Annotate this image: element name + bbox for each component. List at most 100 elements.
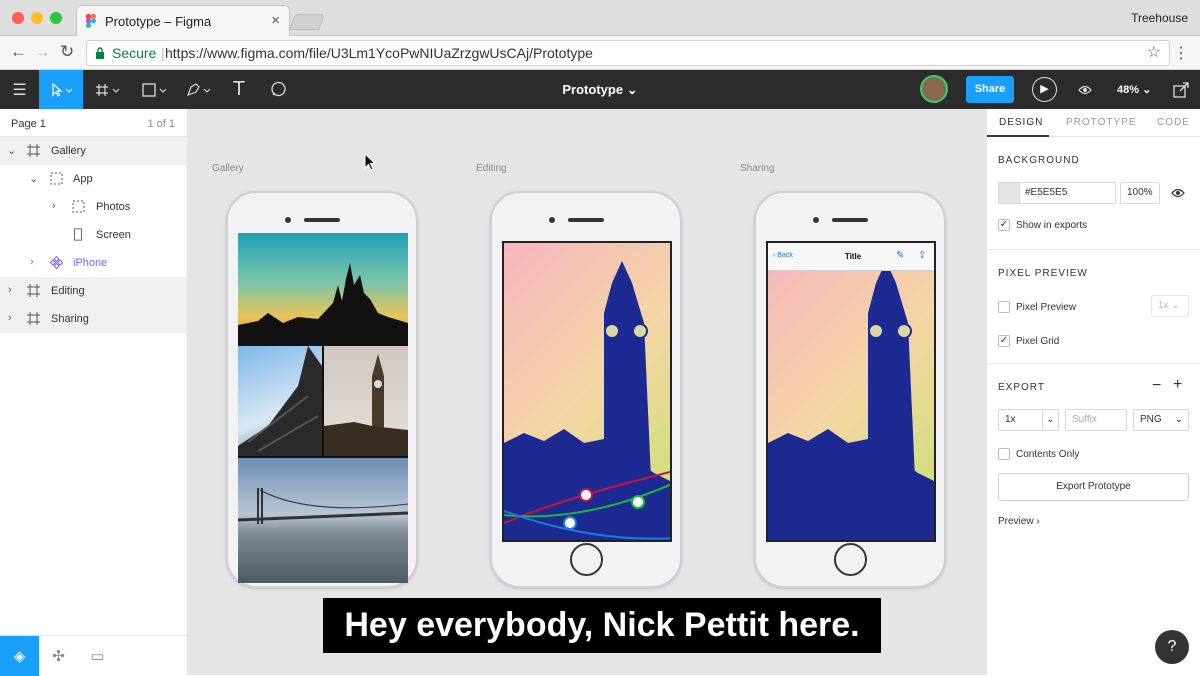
editing-phone-frame[interactable]	[490, 191, 682, 588]
panel-tabs: DESIGN PROTOTYPE CODE	[987, 109, 1200, 137]
zoom-level: 48%	[1117, 84, 1140, 96]
url-field[interactable]: Secure | https://www.figma.com/file/U3Lm…	[86, 40, 1170, 66]
frame-icon	[27, 312, 40, 325]
visibility-eye-icon[interactable]	[1171, 185, 1185, 203]
layer-screen[interactable]: Screen	[0, 221, 187, 249]
big-ben-image	[768, 261, 934, 540]
frame-icon	[27, 144, 40, 157]
bookmark-star-icon[interactable]: ☆	[1147, 41, 1161, 65]
back-arrow-icon[interactable]: ←	[10, 42, 27, 62]
gallery-phone-frame[interactable]	[226, 191, 418, 588]
export-format-select[interactable]: PNG ⌄	[1133, 409, 1189, 431]
export-suffix-input[interactable]: Suffix	[1065, 409, 1127, 431]
background-opacity-field[interactable]: 100%	[1120, 182, 1160, 204]
phone-speaker	[832, 218, 868, 222]
video-subtitle: Hey everybody, Nick Pettit here.	[323, 598, 881, 653]
background-section: BACKGROUND #E5E5E5 100% ✓ Show in export…	[987, 137, 1200, 250]
frame-label-sharing[interactable]: Sharing	[740, 163, 774, 174]
contents-only-checkbox[interactable]	[998, 448, 1010, 460]
pixel-preview-scale-select[interactable]: 1x ⌄	[1151, 295, 1189, 317]
layer-iphone[interactable]: › iPhone	[0, 249, 187, 277]
user-avatar[interactable]	[920, 75, 948, 103]
share-icon[interactable]: ⇪	[918, 250, 926, 261]
layers-tab-icon[interactable]: ◈	[0, 636, 39, 676]
close-window-button[interactable]	[12, 12, 24, 24]
chevron-right-icon[interactable]: ›	[52, 200, 56, 212]
export-preview-toggle[interactable]: Preview ›	[998, 516, 1040, 527]
layer-name: Sharing	[51, 313, 89, 325]
gallery-screen	[238, 233, 408, 583]
maximize-window-button[interactable]	[50, 12, 62, 24]
page-selector[interactable]: Page 1 1 of 1	[0, 109, 187, 137]
background-hex: #E5E5E5	[1025, 187, 1068, 198]
phone-home-button	[834, 543, 867, 576]
export-scale: 1x	[1005, 414, 1016, 425]
reload-icon[interactable]: ↻	[60, 42, 74, 62]
library-book-icon[interactable]: ▭	[78, 636, 117, 676]
chevron-down-icon[interactable]: ⌄	[29, 172, 38, 185]
compose-icon[interactable]: ✎	[896, 250, 904, 261]
export-scale-select[interactable]: 1x ⌄	[998, 409, 1059, 431]
export-heading: EXPORT	[998, 382, 1045, 393]
tab-prototype[interactable]: PROTOTYPE	[1066, 117, 1137, 128]
pixel-grid-checkbox[interactable]: ✓	[998, 335, 1010, 347]
lock-icon	[95, 41, 105, 66]
export-format: PNG	[1140, 414, 1162, 425]
tab-code[interactable]: CODE	[1157, 117, 1190, 128]
new-tab-button[interactable]	[289, 14, 325, 30]
layer-sharing[interactable]: › Sharing	[0, 305, 187, 333]
browser-profile[interactable]: Treehouse	[1131, 11, 1188, 25]
tab-design[interactable]: DESIGN	[999, 117, 1043, 128]
layer-name: Gallery	[51, 145, 86, 157]
design-canvas[interactable]: Gallery Editing Sharing ‹ Back Title ✎ ⇪	[188, 109, 986, 675]
frame-label-gallery[interactable]: Gallery	[212, 163, 244, 174]
view-eye-icon[interactable]	[1072, 70, 1098, 109]
remove-export-icon[interactable]: −	[1152, 377, 1161, 395]
resize-frame-icon[interactable]	[1166, 70, 1196, 109]
browser-menu-icon[interactable]: ⋮	[1173, 43, 1189, 63]
chevron-right-icon[interactable]: ›	[8, 284, 12, 296]
add-export-icon[interactable]: +	[1173, 376, 1182, 394]
layer-name: iPhone	[73, 257, 108, 269]
file-title[interactable]: Prototype ⌄	[0, 82, 1200, 98]
chevron-down-icon: ⌄	[1042, 410, 1058, 430]
layer-editing[interactable]: › Editing	[0, 277, 187, 305]
secure-label: Secure	[112, 45, 157, 61]
pixel-preview-label: Pixel Preview	[1016, 302, 1077, 313]
background-heading: BACKGROUND	[998, 155, 1080, 166]
color-swatch[interactable]	[999, 183, 1020, 203]
layer-app[interactable]: ⌄ App	[0, 165, 187, 193]
pixel-preview-scale: 1x	[1158, 300, 1169, 311]
forward-arrow-icon[interactable]: →	[34, 42, 51, 62]
help-button[interactable]: ?	[1155, 630, 1189, 664]
sharing-phone-frame[interactable]: ‹ Back Title ✎ ⇪	[754, 191, 946, 588]
export-button[interactable]: Export Prototype	[998, 473, 1189, 501]
minimize-window-button[interactable]	[31, 12, 43, 24]
layer-name: App	[73, 173, 93, 185]
zoom-dropdown[interactable]: 48% ⌄	[1117, 83, 1151, 96]
background-color-field[interactable]: #E5E5E5	[998, 182, 1116, 204]
pixel-preview-checkbox[interactable]	[998, 301, 1010, 313]
layer-photos[interactable]: › Photos	[0, 193, 187, 221]
layer-name: Editing	[51, 285, 85, 297]
share-button[interactable]: Share	[966, 76, 1014, 103]
chevron-right-icon[interactable]: ›	[8, 312, 12, 324]
browser-tab[interactable]: Prototype – Figma ×	[76, 5, 290, 36]
layer-gallery[interactable]: ⌄ Gallery	[0, 137, 187, 165]
editing-screen	[502, 241, 672, 542]
export-section: EXPORT − + 1x ⌄ Suffix PNG ⌄ Contents Onl…	[987, 364, 1200, 564]
close-tab-icon[interactable]: ×	[271, 12, 280, 29]
chevron-down-icon: ⌄	[1142, 84, 1152, 96]
chevron-right-icon: ›	[1036, 516, 1040, 527]
present-play-icon[interactable]: ▶	[1032, 77, 1057, 102]
clocktower-photo	[324, 346, 408, 456]
chevron-down-icon[interactable]: ⌄	[7, 144, 16, 157]
components-tab-icon[interactable]: ✣	[39, 636, 78, 676]
chevron-right-icon[interactable]: ›	[30, 256, 34, 268]
show-in-exports-checkbox[interactable]: ✓	[998, 219, 1010, 231]
show-in-exports-label: Show in exports	[1016, 220, 1088, 231]
left-panel-tabs: ◈ ✣ ▭	[0, 635, 188, 676]
frame-label-editing[interactable]: Editing	[476, 163, 507, 174]
figma-logo-icon	[86, 14, 96, 31]
current-page: Page 1	[11, 118, 46, 130]
